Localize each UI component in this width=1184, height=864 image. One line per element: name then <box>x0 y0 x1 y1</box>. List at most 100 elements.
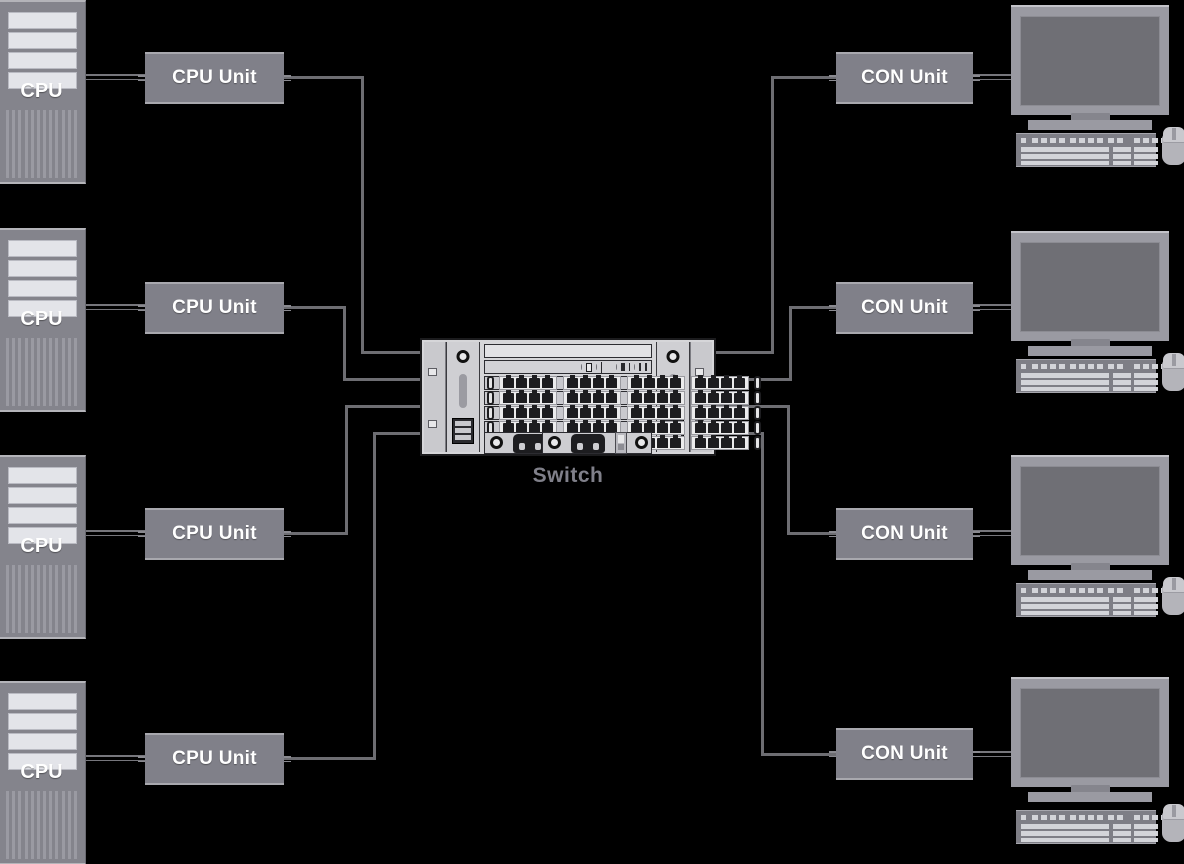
mouse-4[interactable] <box>1162 804 1184 842</box>
con-unit-box-1[interactable]: CON Unit <box>829 52 980 104</box>
con-unit-label: CON Unit <box>861 67 948 88</box>
con-unit-box-2[interactable]: CON Unit <box>829 282 980 334</box>
link-cpu2-v <box>343 306 346 380</box>
link-cpu4-h2 <box>373 432 423 435</box>
cpu-unit-box-2[interactable]: CPU Unit <box>138 282 291 334</box>
monitor-screen <box>1020 466 1160 556</box>
drive-bay <box>8 260 77 277</box>
row-latch <box>487 391 494 405</box>
blank-panel <box>484 344 652 358</box>
cpu-unit-label: CPU Unit <box>172 748 257 769</box>
cpu-unit-box-4[interactable]: CPU Unit <box>138 733 291 785</box>
port-left-icon <box>829 305 836 311</box>
scroll-wheel-icon <box>1172 128 1176 140</box>
drive-bay <box>8 280 77 297</box>
link-cpu1-h2 <box>361 351 423 354</box>
chassis-screw <box>490 436 503 449</box>
row-latch <box>487 406 494 420</box>
monitor-3[interactable] <box>1011 455 1169 565</box>
monitor-screen <box>1020 16 1160 106</box>
cpu-unit-label: CPU Unit <box>172 297 257 318</box>
keyboard-4[interactable] <box>1016 810 1167 844</box>
vent-grill <box>6 565 77 633</box>
drive-bay <box>8 52 77 69</box>
monitor-1[interactable] <box>1011 5 1169 115</box>
screw-icon <box>581 364 582 370</box>
keyboard-1[interactable] <box>1016 133 1167 167</box>
rj45-row-3[interactable] <box>484 405 761 420</box>
cpu-unit-box-3[interactable]: CPU Unit <box>138 508 291 560</box>
cpu-tower-4[interactable]: CPU <box>0 681 86 864</box>
link-cpu2-h2 <box>343 378 423 381</box>
power-panel-right <box>542 432 652 454</box>
rack-hole <box>428 368 437 376</box>
psu-module-left <box>446 342 480 452</box>
diagram-canvas: CPU CPU CPU CPU CPU Unit CPU Unit CPU Un… <box>0 0 1184 864</box>
port-right-icon <box>973 531 980 537</box>
switch-caption: Switch <box>420 464 716 490</box>
monitor-2[interactable] <box>1011 231 1169 341</box>
cpu-tower-1[interactable]: CPU <box>0 0 86 184</box>
rj45-row-2[interactable] <box>484 390 761 405</box>
con-unit-box-3[interactable]: CON Unit <box>829 508 980 560</box>
link-cpu2-h1 <box>284 306 346 309</box>
rack-ear-left <box>424 342 446 452</box>
row-latch <box>754 406 761 420</box>
rj45-group <box>627 390 685 405</box>
port-left-icon <box>138 756 145 762</box>
module-slot-icon <box>639 363 642 371</box>
monitor-4[interactable] <box>1011 677 1169 787</box>
mouse-buttons <box>1163 353 1184 369</box>
keyboard-2[interactable] <box>1016 359 1167 393</box>
mouse-2[interactable] <box>1162 353 1184 391</box>
monitor-bezel <box>1011 455 1169 565</box>
link-con4-h2 <box>761 753 839 756</box>
link-con2-v <box>789 306 792 380</box>
psu-handle <box>459 374 467 408</box>
con-unit-label: CON Unit <box>861 297 948 318</box>
link-cpu3-h1 <box>284 532 348 535</box>
rj45-row-1[interactable] <box>484 375 761 390</box>
cpu-unit-box-1[interactable]: CPU Unit <box>138 52 291 104</box>
matrix-switch[interactable] <box>420 338 761 456</box>
vent-grill <box>6 338 77 406</box>
link-cpu4-h1 <box>284 757 376 760</box>
mouse-3[interactable] <box>1162 577 1184 615</box>
port-right-icon <box>284 531 291 537</box>
chassis-screw <box>635 436 648 449</box>
port-right-icon <box>973 751 980 757</box>
power-inlet-icon <box>571 434 605 453</box>
drive-bay <box>8 467 77 484</box>
cpu-tower-label: CPU <box>20 80 63 102</box>
mouse-1[interactable] <box>1162 127 1184 165</box>
scroll-wheel-icon <box>1172 805 1176 817</box>
link-cpu1-v <box>361 76 364 354</box>
rj45-group <box>691 405 749 420</box>
drive-bay <box>8 240 77 257</box>
keyboard-3[interactable] <box>1016 583 1167 617</box>
row-latch <box>754 421 761 435</box>
con-unit-box-4[interactable]: CON Unit <box>829 728 980 780</box>
row-latch <box>487 376 494 390</box>
monitor-stand-base-2 <box>1028 346 1152 356</box>
rj45-group <box>499 375 557 390</box>
cpu-tower-3[interactable]: CPU <box>0 455 86 639</box>
con-unit-label: CON Unit <box>861 523 948 544</box>
psu-dip-switch <box>452 418 474 444</box>
row-latch <box>754 391 761 405</box>
power-switch[interactable] <box>615 432 627 454</box>
led-icon <box>616 364 618 370</box>
rj45-group <box>691 390 749 405</box>
drive-bay <box>8 12 77 29</box>
rj45-group <box>563 375 621 390</box>
cpu-tower-2[interactable]: CPU <box>0 228 86 412</box>
cpu-unit-label: CPU Unit <box>172 523 257 544</box>
drive-bay <box>8 713 77 730</box>
port-right-icon <box>284 75 291 81</box>
rj45-group <box>691 375 749 390</box>
scroll-wheel-icon <box>1172 354 1176 366</box>
vent-grill <box>6 110 77 178</box>
screw-icon <box>595 364 597 370</box>
led-bank-icon <box>628 363 631 371</box>
rj45-group <box>563 390 621 405</box>
